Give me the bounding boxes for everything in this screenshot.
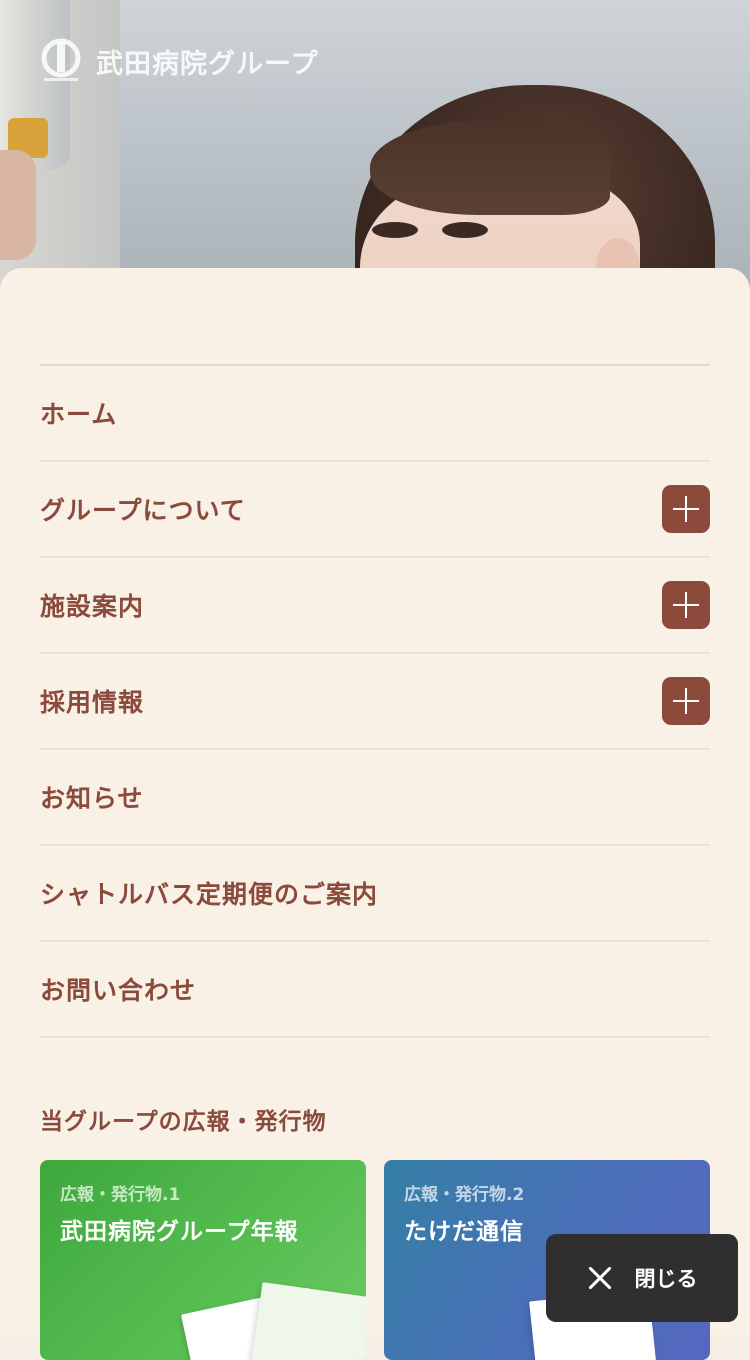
publication-card-annual-report[interactable]: 広報・発行物.1 武田病院グループ年報 bbox=[40, 1160, 366, 1360]
menu-item-shuttle-bus[interactable]: シャトルバス定期便のご案内 bbox=[40, 846, 710, 942]
plus-icon[interactable] bbox=[662, 677, 710, 725]
close-icon bbox=[587, 1265, 613, 1291]
menu-item-label: 採用情報 bbox=[40, 688, 145, 717]
eye-left-shape bbox=[372, 222, 418, 238]
menu-item-facilities[interactable]: 施設案内 bbox=[40, 558, 710, 654]
menu-item-label: 施設案内 bbox=[40, 592, 145, 621]
menu-sheet: ホーム グループについて 施設案内 採用情報 お知らせ シャトルバス定期便のご案… bbox=[0, 268, 750, 1360]
menu-item-label: シャトルバス定期便のご案内 bbox=[40, 880, 379, 909]
takeda-hospital-logo-icon bbox=[41, 38, 81, 81]
eye-right-shape bbox=[442, 222, 488, 238]
site-logo[interactable]: 武田病院グループ bbox=[40, 38, 318, 84]
menu-item-news[interactable]: お知らせ bbox=[40, 750, 710, 846]
menu-item-label: お問い合わせ bbox=[40, 976, 197, 1005]
menu-item-home[interactable]: ホーム bbox=[40, 366, 710, 462]
close-button-label: 閉じる bbox=[634, 1267, 698, 1291]
bangs-shape bbox=[370, 120, 610, 215]
menu-item-about-group[interactable]: グループについて bbox=[40, 462, 710, 558]
menu-item-contact[interactable]: お問い合わせ bbox=[40, 942, 710, 1038]
publication-number: 広報・発行物.2 bbox=[404, 1185, 525, 1205]
document-thumbnail bbox=[248, 1282, 366, 1360]
menu-item-label: お知らせ bbox=[40, 784, 144, 813]
hero-image: 武田病院グループ bbox=[0, 0, 750, 300]
plus-icon[interactable] bbox=[662, 485, 710, 533]
menu-item-label: グループについて bbox=[40, 496, 246, 525]
close-button[interactable]: 閉じる bbox=[546, 1234, 738, 1322]
publications-heading: 当グループの広報・発行物 bbox=[40, 1109, 327, 1135]
logo-text: 武田病院グループ bbox=[96, 48, 319, 79]
plus-icon[interactable] bbox=[662, 581, 710, 629]
publication-number: 広報・発行物.1 bbox=[60, 1185, 181, 1205]
hand-shape bbox=[0, 150, 36, 260]
publication-title: 武田病院グループ年報 bbox=[60, 1219, 299, 1245]
global-menu: ホーム グループについて 施設案内 採用情報 お知らせ シャトルバス定期便のご案… bbox=[40, 364, 710, 1038]
menu-item-label: ホーム bbox=[40, 400, 118, 429]
menu-item-recruit[interactable]: 採用情報 bbox=[40, 654, 710, 750]
publication-title: たけだ通信 bbox=[404, 1219, 524, 1245]
